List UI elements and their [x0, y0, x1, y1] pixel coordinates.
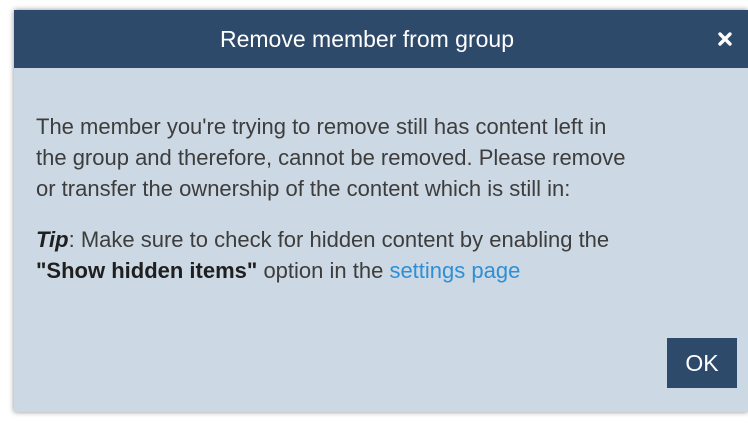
- dialog-body: The member you're trying to remove still…: [36, 111, 736, 286]
- close-icon: [718, 32, 732, 46]
- settings-page-link[interactable]: settings page: [389, 258, 520, 283]
- tip-label: Tip: [36, 227, 69, 252]
- ok-button[interactable]: OK: [667, 338, 737, 388]
- tip-text-2: option in the: [257, 258, 390, 283]
- message-line: the group and therefore, cannot be remov…: [36, 145, 626, 170]
- tip-text: : Make sure to check for hidden content …: [68, 227, 610, 252]
- dialog-message: The member you're trying to remove still…: [36, 111, 736, 204]
- message-line: or transfer the ownership of the content…: [36, 176, 571, 201]
- tip-paragraph: Tip: Make sure to check for hidden conte…: [36, 224, 736, 286]
- remove-member-dialog: Remove member from group The member you'…: [14, 10, 748, 412]
- message-line: The member you're trying to remove still…: [36, 114, 607, 139]
- close-button[interactable]: [710, 24, 740, 54]
- dialog-titlebar: Remove member from group: [14, 10, 748, 68]
- dialog-title: Remove member from group: [220, 26, 514, 52]
- show-hidden-option-name: "Show hidden items": [36, 258, 258, 283]
